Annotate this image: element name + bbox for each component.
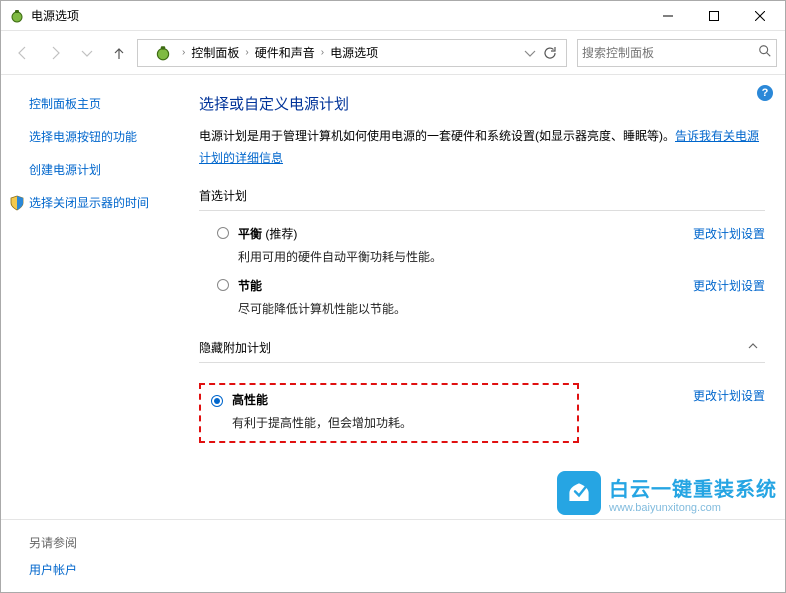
plan-balanced-name: 平衡 (推荐) [238, 225, 669, 242]
breadcrumb-sep: › [245, 47, 248, 58]
sidebar-item-power-button[interactable]: 选择电源按钮的功能 [29, 128, 189, 145]
breadcrumb-dropdown-icon[interactable] [520, 39, 540, 67]
breadcrumb-crumb-2[interactable]: 电源选项 [330, 44, 378, 61]
search-icon[interactable] [758, 44, 772, 61]
breadcrumb[interactable]: › 控制面板 › 硬件和声音 › 电源选项 [137, 39, 567, 67]
page-description: 电源计划是用于管理计算机如何使用电源的一套硬件和系统设置(如显示器亮度、睡眠等)… [199, 126, 765, 169]
breadcrumb-crumb-1[interactable]: 硬件和声音 [255, 44, 315, 61]
plan-high-performance-name: 高性能 [232, 391, 571, 408]
breadcrumb-crumb-0[interactable]: 控制面板 [191, 44, 239, 61]
plan-high-performance-radio[interactable] [211, 393, 224, 406]
minimize-button[interactable] [645, 1, 691, 30]
up-button[interactable] [105, 39, 133, 67]
app-icon [9, 8, 25, 24]
sidebar-item-label: 选择关闭显示器的时间 [29, 194, 149, 211]
plan-balanced-row: 平衡 (推荐) 利用可用的硬件自动平衡功耗与性能。 更改计划设置 [199, 217, 765, 269]
divider [199, 362, 765, 363]
highlight-box: 高性能 有利于提高性能，但会增加功耗。 [199, 383, 579, 443]
plan-balanced-desc: 利用可用的硬件自动平衡功耗与性能。 [238, 248, 669, 265]
search-input[interactable] [582, 46, 758, 60]
breadcrumb-sep: › [321, 47, 324, 58]
search-box[interactable] [577, 39, 777, 67]
maximize-button[interactable] [691, 1, 737, 30]
refresh-button[interactable] [540, 39, 560, 67]
body: ? 控制面板主页 选择电源按钮的功能 创建电源计划 选择关闭显示器的时间 选择或… [1, 75, 785, 519]
content: 选择或自定义电源计划 电源计划是用于管理计算机如何使用电源的一套硬件和系统设置(… [199, 75, 785, 519]
navbar: › 控制面板 › 硬件和声音 › 电源选项 [1, 31, 785, 75]
breadcrumb-sep: › [182, 47, 185, 58]
preferred-plans-label: 首选计划 [199, 187, 765, 204]
window-buttons [645, 1, 783, 30]
sidebar-item-display-off[interactable]: 选择关闭显示器的时间 [9, 194, 189, 211]
window: 电源选项 › 控制面板 › 硬件和声音 › 电源选项 [0, 0, 786, 593]
hidden-plans-label: 隐藏附加计划 [199, 339, 747, 356]
plan-saver-name: 节能 [238, 277, 669, 294]
forward-button[interactable] [41, 39, 69, 67]
sidebar-item-create-plan[interactable]: 创建电源计划 [29, 161, 189, 178]
shield-icon [9, 195, 25, 211]
plan-balanced-change-link[interactable]: 更改计划设置 [693, 225, 765, 242]
sidebar: 控制面板主页 选择电源按钮的功能 创建电源计划 选择关闭显示器的时间 [1, 75, 199, 519]
footer: 另请参阅 用户帐户 [1, 519, 785, 592]
see-also-label: 另请参阅 [29, 534, 785, 551]
plan-high-performance-change-link[interactable]: 更改计划设置 [693, 387, 765, 404]
plan-saver-desc: 尽可能降低计算机性能以节能。 [238, 300, 669, 317]
titlebar: 电源选项 [1, 1, 785, 31]
plan-balanced-radio[interactable] [217, 227, 230, 240]
footer-link-user-accounts[interactable]: 用户帐户 [29, 563, 77, 577]
location-icon [154, 44, 172, 62]
window-title: 电源选项 [31, 7, 645, 24]
page-title: 选择或自定义电源计划 [199, 93, 765, 114]
hidden-plans-header[interactable]: 隐藏附加计划 [199, 333, 765, 362]
plan-saver-radio[interactable] [217, 279, 230, 292]
sidebar-item-home[interactable]: 控制面板主页 [29, 95, 189, 112]
divider [199, 210, 765, 211]
chevron-up-icon [747, 340, 759, 355]
close-button[interactable] [737, 1, 783, 30]
plan-saver-row: 节能 尽可能降低计算机性能以节能。 更改计划设置 [199, 269, 765, 321]
plan-saver-change-link[interactable]: 更改计划设置 [693, 277, 765, 294]
recent-dropdown[interactable] [73, 39, 101, 67]
back-button[interactable] [9, 39, 37, 67]
plan-high-performance-desc: 有利于提高性能，但会增加功耗。 [232, 414, 571, 431]
page-description-text: 电源计划是用于管理计算机如何使用电源的一套硬件和系统设置(如显示器亮度、睡眠等)… [199, 129, 675, 143]
plan-high-performance-row: 高性能 有利于提高性能，但会增加功耗。 更改计划设置 [199, 369, 765, 447]
